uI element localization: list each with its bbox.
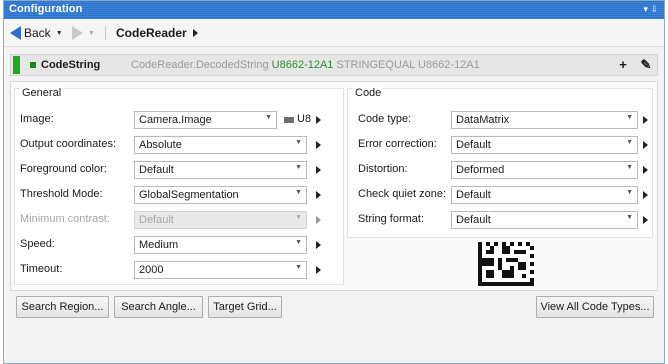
navigation-bar: Back ▼ ▼ CodeReader bbox=[4, 19, 664, 47]
chevron-down-icon: ▼ bbox=[295, 139, 302, 146]
code-type-label: Code type: bbox=[358, 113, 412, 125]
chevron-down-icon: ▼ bbox=[295, 214, 302, 221]
expr-source: CodeReader.DecodedString bbox=[131, 59, 269, 71]
threshold-mode-value: GlobalSegmentation bbox=[139, 189, 239, 201]
output-coordinates-arrow-icon[interactable] bbox=[316, 141, 321, 149]
breadcrumb-arrow-icon[interactable] bbox=[192, 29, 198, 37]
chevron-down-icon: ▼ bbox=[295, 239, 302, 246]
image-label: Image: bbox=[20, 113, 54, 125]
chevron-down-icon: ▼ bbox=[295, 264, 302, 271]
foreground-color-arrow-icon[interactable] bbox=[316, 166, 321, 174]
forward-arrow-icon bbox=[72, 26, 83, 40]
image-format-icon bbox=[284, 117, 294, 123]
error-correction-value: Default bbox=[456, 139, 491, 151]
chevron-down-icon: ▼ bbox=[265, 114, 272, 121]
chevron-down-icon: ▼ bbox=[295, 189, 302, 196]
image-format: U8 bbox=[297, 113, 312, 125]
forward-dropdown-icon[interactable]: ▼ bbox=[88, 30, 95, 37]
error-correction-label: Error correction: bbox=[358, 138, 437, 150]
title-bar: Configuration ▾ ⇩ bbox=[4, 1, 664, 19]
expr-value: U8662-12A1 bbox=[271, 59, 334, 71]
foreground-color-label: Foreground color: bbox=[20, 163, 107, 175]
threshold-mode-arrow-icon[interactable] bbox=[316, 191, 321, 199]
minimum-contrast-combo: Default ▼ bbox=[134, 211, 307, 229]
code-type-combo[interactable]: DataMatrix ▼ bbox=[451, 111, 638, 129]
back-label: Back bbox=[24, 26, 51, 40]
distortion-arrow-icon[interactable] bbox=[643, 166, 648, 174]
timeout-arrow-icon[interactable] bbox=[316, 266, 321, 274]
datamatrix-preview bbox=[478, 242, 534, 286]
threshold-mode-combo[interactable]: GlobalSegmentation ▼ bbox=[134, 186, 307, 204]
distortion-label: Distortion: bbox=[358, 163, 408, 175]
minimum-contrast-value: Default bbox=[139, 214, 174, 226]
title-bar-buttons[interactable]: ▾ ⇩ bbox=[643, 4, 658, 15]
window-title: Configuration bbox=[9, 3, 83, 15]
plus-icon[interactable]: + bbox=[614, 57, 632, 73]
string-format-arrow-icon[interactable] bbox=[643, 216, 648, 224]
tool-header: CodeString CodeReader.DecodedString U866… bbox=[10, 54, 658, 76]
minimum-contrast-label: Minimum contrast: bbox=[20, 213, 110, 225]
chevron-down-icon: ▼ bbox=[626, 114, 633, 121]
search-region-button[interactable]: Search Region... bbox=[16, 296, 109, 318]
output-coordinates-value: Absolute bbox=[139, 139, 182, 151]
breadcrumb-item[interactable]: CodeReader bbox=[116, 26, 187, 40]
speed-arrow-icon[interactable] bbox=[316, 241, 321, 249]
back-button[interactable]: Back ▼ bbox=[10, 25, 63, 41]
output-coordinates-combo[interactable]: Absolute ▼ bbox=[134, 136, 307, 154]
string-format-value: Default bbox=[456, 214, 491, 226]
minimum-contrast-arrow-icon bbox=[316, 216, 321, 224]
back-arrow-icon bbox=[10, 26, 21, 40]
general-title: General bbox=[20, 87, 64, 99]
chevron-down-icon: ▼ bbox=[626, 214, 633, 221]
general-group: General Image: Camera.Image ▼ U8 Output … bbox=[14, 87, 344, 285]
image-link-arrow-icon[interactable] bbox=[316, 116, 321, 124]
chevron-down-icon: ▼ bbox=[295, 164, 302, 171]
chevron-down-icon: ▼ bbox=[626, 164, 633, 171]
nav-separator bbox=[105, 26, 106, 40]
image-combo[interactable]: Camera.Image ▼ bbox=[134, 111, 277, 129]
timeout-combo[interactable]: 2000 ▼ bbox=[134, 261, 307, 279]
search-angle-button[interactable]: Search Angle... bbox=[114, 296, 203, 318]
tool-name: CodeString bbox=[41, 59, 101, 71]
error-correction-combo[interactable]: Default ▼ bbox=[451, 136, 638, 154]
target-grid-button[interactable]: Target Grid... bbox=[208, 296, 282, 318]
foreground-color-value: Default bbox=[139, 164, 174, 176]
threshold-mode-label: Threshold Mode: bbox=[20, 188, 103, 200]
check-quiet-zone-label: Check quiet zone: bbox=[358, 188, 447, 200]
status-square-icon bbox=[30, 62, 36, 68]
configuration-window: Configuration ▾ ⇩ Back ▼ ▼ CodeReader Co… bbox=[3, 0, 665, 364]
timeout-label: Timeout: bbox=[20, 263, 63, 275]
speed-label: Speed: bbox=[20, 238, 55, 250]
string-format-combo[interactable]: Default ▼ bbox=[451, 211, 638, 229]
tool-expression: CodeReader.DecodedString U8662-12A1 STRI… bbox=[131, 59, 480, 71]
speed-combo[interactable]: Medium ▼ bbox=[134, 236, 307, 254]
settings-panel: General Image: Camera.Image ▼ U8 Output … bbox=[10, 81, 658, 318]
string-format-label: String format: bbox=[358, 213, 425, 225]
foreground-color-combo[interactable]: Default ▼ bbox=[134, 161, 307, 179]
check-quiet-zone-arrow-icon[interactable] bbox=[643, 191, 648, 199]
error-correction-arrow-icon[interactable] bbox=[643, 141, 648, 149]
pencil-icon[interactable]: ✎ bbox=[637, 57, 655, 73]
breadcrumb[interactable]: CodeReader bbox=[116, 26, 198, 40]
check-quiet-zone-value: Default bbox=[456, 189, 491, 201]
timeout-value: 2000 bbox=[139, 264, 164, 276]
image-value: Camera.Image bbox=[139, 114, 212, 126]
expr-condition: STRINGEQUAL U8662-12A1 bbox=[336, 59, 480, 71]
code-group: Code Code type: DataMatrix ▼ Error corre… bbox=[347, 87, 653, 238]
chevron-down-icon: ▼ bbox=[626, 139, 633, 146]
back-dropdown-icon[interactable]: ▼ bbox=[56, 30, 63, 37]
status-bar-icon bbox=[13, 56, 20, 74]
distortion-combo[interactable]: Deformed ▼ bbox=[451, 161, 638, 179]
output-coordinates-label: Output coordinates: bbox=[20, 138, 117, 150]
distortion-value: Deformed bbox=[456, 164, 505, 176]
code-type-value: DataMatrix bbox=[456, 114, 510, 126]
check-quiet-zone-combo[interactable]: Default ▼ bbox=[451, 186, 638, 204]
speed-value: Medium bbox=[139, 239, 179, 251]
forward-button[interactable]: ▼ bbox=[72, 25, 95, 41]
code-type-arrow-icon[interactable] bbox=[643, 116, 648, 124]
view-all-code-types-button[interactable]: View All Code Types... bbox=[536, 296, 654, 318]
chevron-down-icon: ▼ bbox=[626, 189, 633, 196]
code-title: Code bbox=[353, 87, 384, 99]
